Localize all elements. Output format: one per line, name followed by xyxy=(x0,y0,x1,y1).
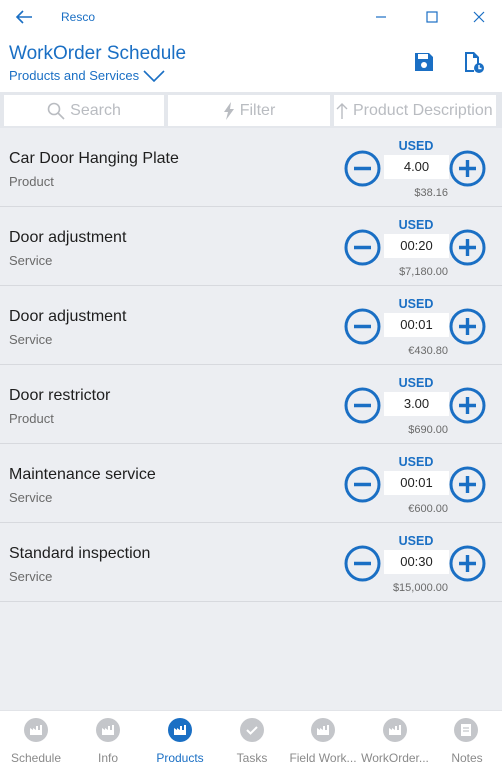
minimize-icon xyxy=(376,16,386,18)
quantity-input[interactable]: 00:30 xyxy=(384,550,449,574)
list-item[interactable]: Car Door Hanging Plate Product USED 4.00… xyxy=(0,128,502,207)
used-label: USED xyxy=(398,218,434,232)
factory-icon xyxy=(311,718,335,742)
used-label: USED xyxy=(398,376,434,390)
quantity-input[interactable]: 00:01 xyxy=(384,313,449,337)
list-item[interactable]: Door adjustment Service USED 00:20 $7,18… xyxy=(0,207,502,286)
quantity-input[interactable]: 3.00 xyxy=(384,392,449,416)
tab-label: Notes xyxy=(451,751,483,765)
note-icon xyxy=(454,718,478,742)
form-header: WorkOrder Schedule Products and Services xyxy=(0,34,502,92)
list-item[interactable]: Maintenance service Service USED 00:01 €… xyxy=(0,444,502,523)
used-label: USED xyxy=(398,534,434,548)
tab-label: Tasks xyxy=(236,751,268,765)
tab-tasks[interactable]: Tasks xyxy=(216,711,288,766)
tab-info[interactable]: Info xyxy=(72,711,144,766)
lightning-icon xyxy=(223,101,234,120)
tab-label: Field Work... xyxy=(289,751,357,765)
back-arrow-icon[interactable] xyxy=(14,8,34,26)
item-name: Door restrictor xyxy=(9,387,111,404)
tab-products[interactable]: Products xyxy=(144,711,216,766)
maximize-icon xyxy=(426,11,438,23)
filter-bar: Search Filter Product Description xyxy=(0,92,502,128)
item-name: Car Door Hanging Plate xyxy=(9,150,179,167)
item-name: Door adjustment xyxy=(9,229,127,246)
window-title: Resco xyxy=(61,10,96,24)
maximize-button[interactable] xyxy=(415,4,449,30)
used-label: USED xyxy=(398,297,434,311)
chevron-down-icon xyxy=(143,69,165,82)
document-clock-icon[interactable] xyxy=(461,50,485,74)
search-label: Search xyxy=(70,101,121,119)
tab-label: WorkOrder... xyxy=(361,751,429,765)
minus-circle-icon[interactable] xyxy=(344,466,381,503)
minus-circle-icon[interactable] xyxy=(344,308,381,345)
plus-circle-icon[interactable] xyxy=(449,545,486,582)
plus-circle-icon[interactable] xyxy=(449,150,486,187)
tab-label: Schedule xyxy=(10,751,62,765)
window-titlebar: Resco xyxy=(0,0,502,34)
bottom-tab-bar: Schedule Info Products Tasks Field Work.… xyxy=(0,710,502,766)
close-icon xyxy=(473,11,485,23)
plus-circle-icon[interactable] xyxy=(449,387,486,424)
filter-label: Filter xyxy=(239,101,276,119)
factory-icon xyxy=(168,718,192,742)
tab-workorder[interactable]: WorkOrder... xyxy=(358,711,432,766)
factory-icon xyxy=(96,718,120,742)
plus-circle-icon[interactable] xyxy=(449,308,486,345)
quantity-input[interactable]: 00:01 xyxy=(384,471,449,495)
item-type: Service xyxy=(9,490,53,505)
item-type: Service xyxy=(9,569,53,584)
sort-button[interactable]: Product Description xyxy=(334,95,496,126)
minus-circle-icon[interactable] xyxy=(344,387,381,424)
tab-label: Info xyxy=(97,751,118,765)
tab-notes[interactable]: Notes xyxy=(432,711,502,766)
save-icon[interactable] xyxy=(412,50,436,74)
item-price: $7,180.00 xyxy=(399,266,448,278)
view-selector[interactable]: Products and Services xyxy=(9,68,165,83)
used-label: USED xyxy=(398,139,434,153)
filter-button[interactable]: Filter xyxy=(168,95,330,126)
item-type: Product xyxy=(9,174,54,189)
quantity-input[interactable]: 00:20 xyxy=(384,234,449,258)
used-label: USED xyxy=(398,455,434,469)
search-input[interactable]: Search xyxy=(4,95,164,126)
list-item[interactable]: Door restrictor Product USED 3.00 $690.0… xyxy=(0,365,502,444)
item-price: $15,000.00 xyxy=(392,582,448,594)
tab-schedule[interactable]: Schedule xyxy=(0,711,72,766)
minus-circle-icon[interactable] xyxy=(344,545,381,582)
item-price: €430.80 xyxy=(408,345,448,357)
factory-icon xyxy=(383,718,407,742)
sort-label: Product Description xyxy=(353,101,493,119)
item-type: Service xyxy=(9,332,53,347)
page-title: WorkOrder Schedule xyxy=(9,43,187,64)
close-button[interactable] xyxy=(462,4,496,30)
item-type: Product xyxy=(9,411,54,426)
factory-icon xyxy=(24,718,48,742)
tab-field-work[interactable]: Field Work... xyxy=(288,711,358,766)
plus-circle-icon[interactable] xyxy=(449,466,486,503)
minus-circle-icon[interactable] xyxy=(344,150,381,187)
minimize-button[interactable] xyxy=(364,4,398,30)
item-name: Maintenance service xyxy=(9,466,156,483)
list-item[interactable]: Standard inspection Service USED 00:30 $… xyxy=(0,523,502,602)
search-icon xyxy=(47,102,65,120)
quantity-input[interactable]: 4.00 xyxy=(384,155,449,179)
plus-circle-icon[interactable] xyxy=(449,229,486,266)
item-name: Door adjustment xyxy=(9,308,127,325)
check-icon xyxy=(240,718,264,742)
item-type: Service xyxy=(9,253,53,268)
sort-arrow-up-icon xyxy=(336,102,348,119)
minus-circle-icon[interactable] xyxy=(344,229,381,266)
tab-label: Products xyxy=(156,751,204,765)
view-selector-label: Products and Services xyxy=(9,68,140,83)
products-list: Car Door Hanging Plate Product USED 4.00… xyxy=(0,128,502,710)
item-price: $690.00 xyxy=(408,424,448,436)
item-name: Standard inspection xyxy=(9,545,151,562)
item-price: €600.00 xyxy=(408,503,448,515)
item-price: $38.16 xyxy=(414,187,448,199)
list-item[interactable]: Door adjustment Service USED 00:01 €430.… xyxy=(0,286,502,365)
